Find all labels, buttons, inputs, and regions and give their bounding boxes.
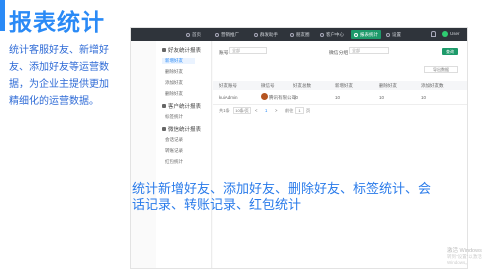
sidebar-item-chat-records[interactable]: 会话记录 bbox=[165, 137, 183, 143]
table-cell: 腾讯有限公司 bbox=[269, 95, 296, 100]
megaphone-icon bbox=[215, 32, 219, 37]
sidebar-item-transfers[interactable]: 转账记录 bbox=[165, 148, 183, 154]
sidebar-group-friends[interactable]: 好友统计报表 bbox=[162, 46, 201, 54]
sidebar-item-new-friends[interactable]: 新增好友 bbox=[162, 58, 195, 64]
chart-icon bbox=[354, 32, 358, 37]
camera-icon bbox=[290, 32, 294, 37]
users-icon bbox=[162, 104, 166, 108]
pager-prev-button[interactable]: < bbox=[255, 108, 257, 113]
pager-next-button[interactable]: > bbox=[275, 108, 277, 113]
activation-watermark-title: 激活 Windows bbox=[447, 248, 482, 254]
group-filter-select[interactable]: 全部 bbox=[349, 47, 389, 54]
bell-icon[interactable] bbox=[431, 31, 436, 37]
column-header: 好友总数 bbox=[293, 83, 311, 88]
export-button[interactable]: 导出数据 bbox=[424, 66, 458, 73]
sidebar-item-removed-friends[interactable]: 删除好友 bbox=[165, 91, 183, 97]
table-header: 好友账号 微信号 好友总数 新增好友 删除好友 添加好友数 bbox=[213, 81, 467, 90]
user-icon bbox=[320, 32, 324, 37]
sidebar: 好友统计报表 新增好友 删除好友 添加好友 删除好友 客户统计报表 标签统计 微… bbox=[156, 41, 212, 268]
nav-item-moments[interactable]: 朋友圈 bbox=[290, 30, 310, 39]
gear-icon bbox=[386, 32, 390, 37]
pager-goto-input[interactable]: 1 bbox=[295, 107, 304, 114]
activation-watermark-hint: 转到"设置"以激活 Windows。 bbox=[447, 254, 482, 265]
column-header: 好友账号 bbox=[219, 83, 237, 88]
column-header: 删除好友 bbox=[379, 83, 397, 88]
account-filter-label: 账号 bbox=[219, 51, 229, 56]
sidebar-item-red-packets[interactable]: 红包统计 bbox=[165, 159, 183, 165]
group-filter-label: 微信分组 bbox=[329, 51, 349, 56]
sidebar-group-wechat[interactable]: 微信统计报表 bbox=[162, 125, 201, 133]
sidebar-item-added-friends[interactable]: 添加好友 bbox=[165, 80, 183, 86]
nav-item-home[interactable]: 首页 bbox=[186, 30, 201, 39]
nav-item-customers[interactable]: 客户中心 bbox=[320, 30, 344, 39]
pager-page-suffix: 页 bbox=[306, 108, 311, 113]
user-icon bbox=[162, 48, 166, 52]
main-content: 账号 全部 微信分组 全部 查询 导出数据 好友账号 微信号 好友总数 新增好友… bbox=[213, 41, 467, 268]
page-size-select[interactable]: 10条/页 bbox=[233, 107, 251, 114]
app-screenshot: 首页 营销推广 群发助手 朋友圈 客户中心 报表统计 设置 User 好友统计报… bbox=[130, 27, 468, 269]
username[interactable]: User bbox=[450, 31, 460, 36]
nav-item-marketing[interactable]: 营销推广 bbox=[215, 30, 239, 39]
row-divider bbox=[213, 104, 467, 105]
description-text: 统计客服好友、新增好友、添加好友等运营数据，为企业主提供更加精细化的运营数据。 bbox=[9, 45, 109, 107]
table-cell: 10 bbox=[293, 95, 299, 100]
table-cell: 10 bbox=[421, 95, 427, 100]
table-cell: 10 bbox=[379, 95, 385, 100]
table-cell: kuiAdmin bbox=[219, 95, 238, 100]
feature-caption: 统计新增好友、添加好友、删除好友、标签统计、会话记录、转账记录、红包统计 bbox=[132, 181, 432, 212]
page-title: 报表统计 bbox=[9, 9, 105, 35]
top-nav-bar: 首页 营销推广 群发助手 朋友圈 客户中心 报表统计 设置 User bbox=[131, 28, 467, 41]
nav-item-settings[interactable]: 设置 bbox=[386, 30, 401, 39]
sidebar-group-customers[interactable]: 客户统计报表 bbox=[162, 102, 201, 110]
nav-item-reports[interactable]: 报表统计 bbox=[351, 30, 381, 39]
nav-item-broadcast[interactable]: 群发助手 bbox=[254, 30, 278, 39]
heading-accent-bar bbox=[0, 0, 5, 31]
home-icon bbox=[186, 32, 190, 37]
pager-goto-label: 前往 bbox=[285, 108, 294, 113]
sidebar-item-deleted-friends[interactable]: 删除好友 bbox=[165, 69, 183, 75]
column-header: 新增好友 bbox=[335, 83, 353, 88]
avatar[interactable] bbox=[442, 31, 448, 37]
column-header: 微信号 bbox=[261, 83, 275, 88]
query-button[interactable]: 查询 bbox=[442, 48, 458, 55]
table-cell: 10 bbox=[335, 95, 341, 100]
send-icon bbox=[254, 32, 258, 37]
chat-icon bbox=[162, 127, 166, 131]
sidebar-item-tags[interactable]: 标签统计 bbox=[165, 114, 183, 120]
avatar bbox=[261, 93, 268, 100]
pager-total: 共1条 bbox=[219, 108, 230, 113]
pager-current-page[interactable]: 1 bbox=[265, 108, 267, 113]
column-header: 添加好友数 bbox=[421, 83, 444, 88]
account-filter-select[interactable]: 全部 bbox=[229, 47, 267, 54]
